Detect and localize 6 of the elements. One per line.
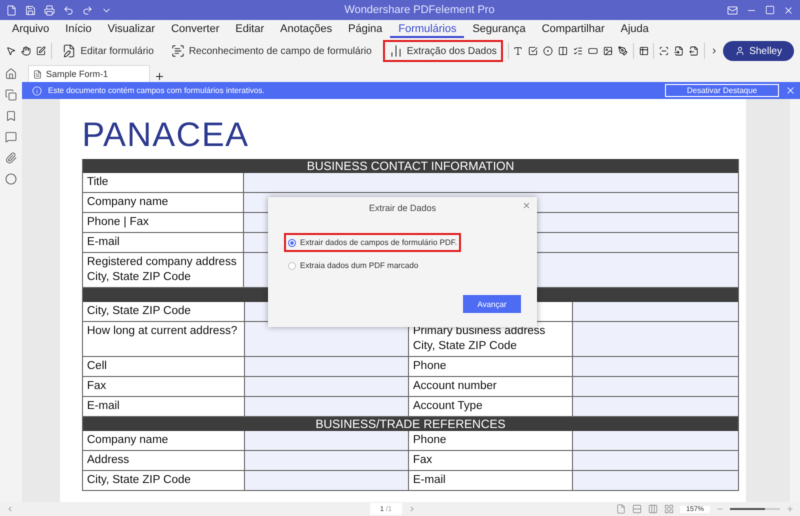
window-title: Wondershare PDFelement Pro [343, 4, 496, 16]
section-header: BUSINESS CONTACT INFORMATION [83, 159, 738, 173]
section-header: BUSINESS/TRADE REFERENCES [83, 417, 738, 431]
dialog-title: Extrair de Dados [368, 202, 438, 215]
notice-text: Este documento contém campos com formulários interativos. [48, 86, 266, 95]
document-heading: PANACEA [82, 115, 250, 156]
